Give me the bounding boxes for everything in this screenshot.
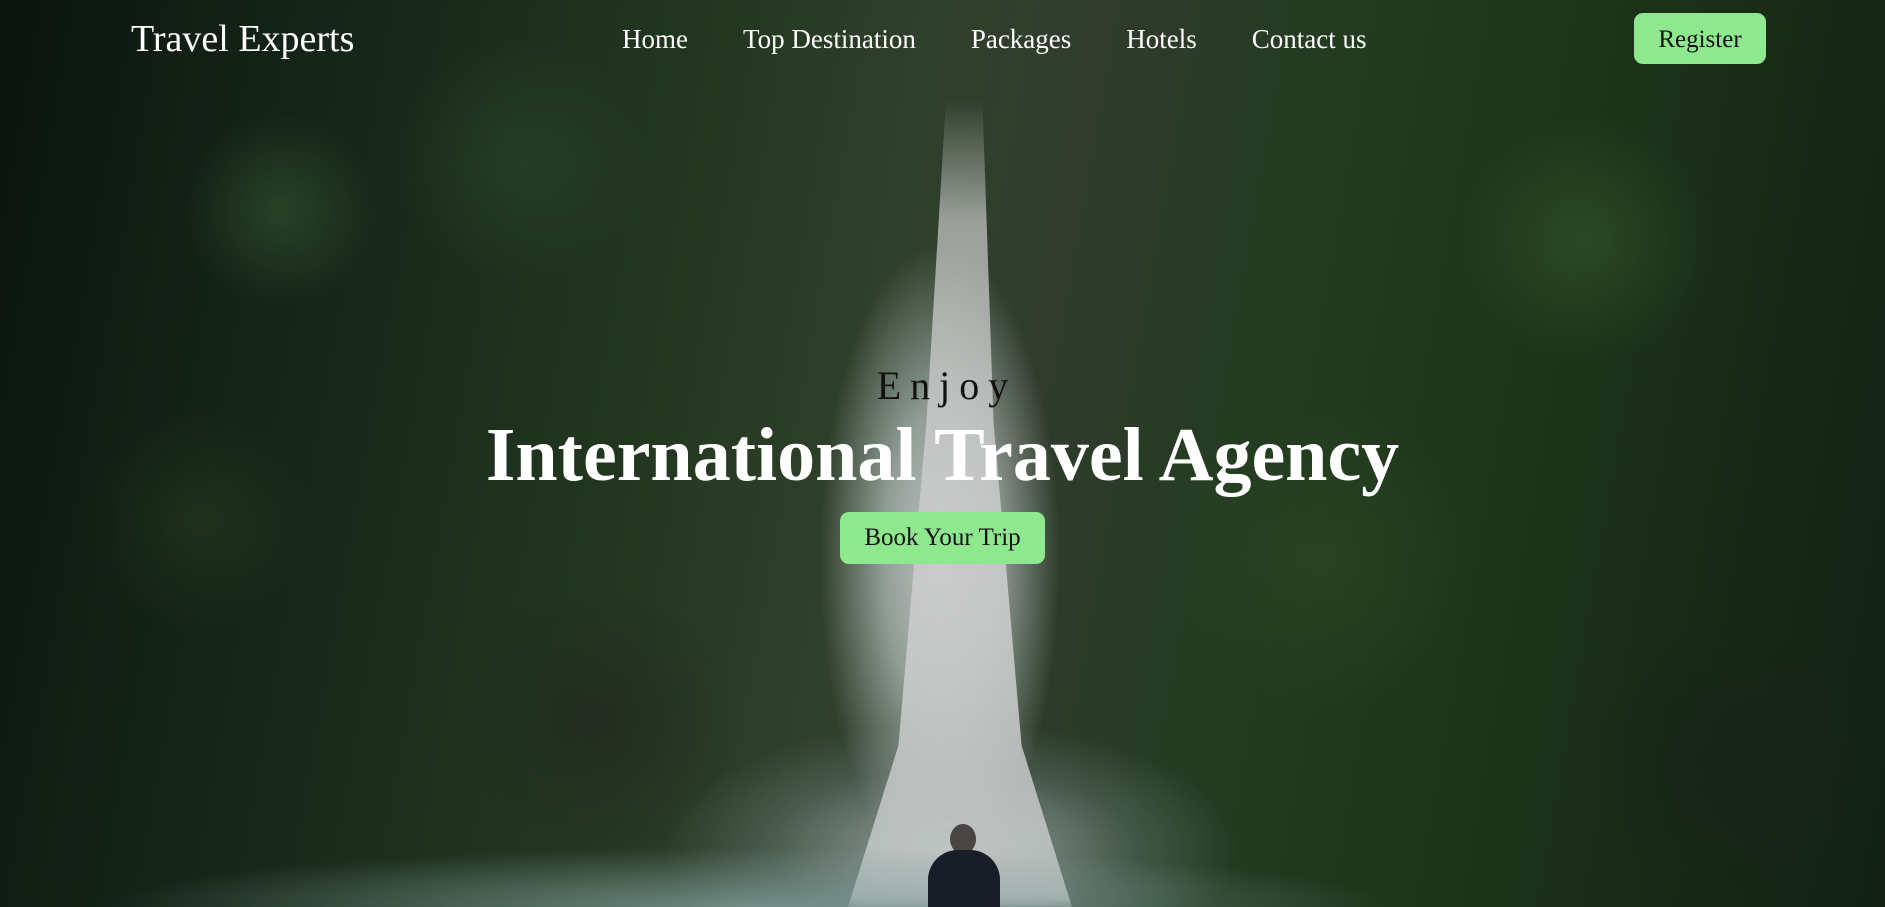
hero-section: Travel Experts Home Top Destination Pack… xyxy=(0,0,1885,907)
navbar: Travel Experts Home Top Destination Pack… xyxy=(0,0,1885,78)
nav-link-top-destination[interactable]: Top Destination xyxy=(743,20,916,58)
nav-link-hotels[interactable]: Hotels xyxy=(1126,20,1197,58)
nav-link-packages[interactable]: Packages xyxy=(971,20,1071,58)
hero-content: Enjoy International Travel Agency Book Y… xyxy=(0,362,1885,564)
brand-logo[interactable]: Travel Experts xyxy=(131,16,354,62)
register-button[interactable]: Register xyxy=(1634,13,1766,64)
hero-eyebrow: Enjoy xyxy=(876,363,1018,408)
hero-headline: International Travel Agency xyxy=(485,413,1400,497)
main-nav: Home Top Destination Packages Hotels Con… xyxy=(622,20,1367,58)
nav-link-contact-us[interactable]: Contact us xyxy=(1252,20,1367,58)
nav-link-home[interactable]: Home xyxy=(622,20,688,58)
book-trip-button[interactable]: Book Your Trip xyxy=(840,512,1045,564)
